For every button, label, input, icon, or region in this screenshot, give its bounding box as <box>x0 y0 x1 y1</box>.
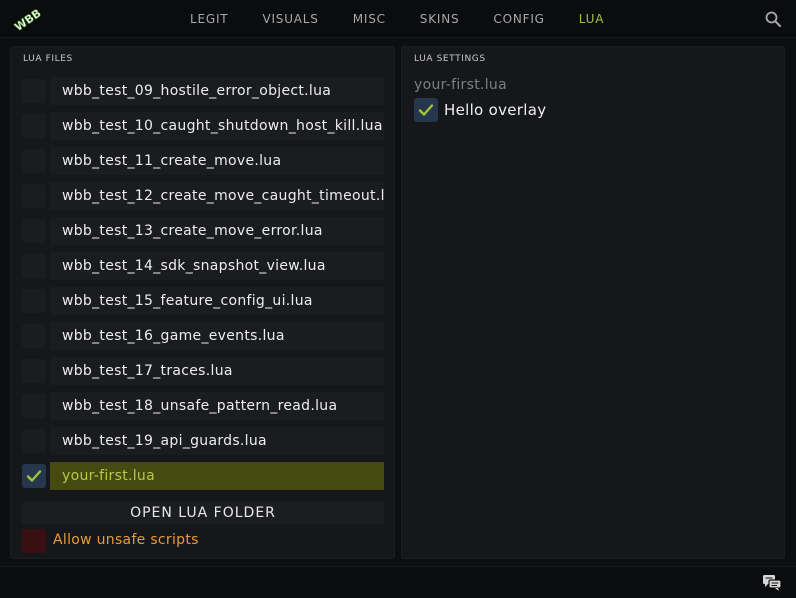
tab-visuals[interactable]: VISUALS <box>262 12 318 26</box>
lua-file-row: wbb_test_17_traces.lua <box>22 357 384 385</box>
lua-file-enable-checkbox[interactable] <box>22 289 46 313</box>
lua-file-name: wbb_test_19_api_guards.lua <box>62 433 267 449</box>
lua-file-item[interactable]: your-first.lua <box>50 462 384 490</box>
lua-file-row: wbb_test_19_api_guards.lua <box>22 427 384 455</box>
tab-misc[interactable]: MISC <box>353 12 386 26</box>
lua-file-enable-checkbox[interactable] <box>22 219 46 243</box>
hello-overlay-checkbox[interactable] <box>414 98 438 122</box>
tab-config[interactable]: CONFIG <box>493 12 544 26</box>
lua-file-row: wbb_test_10_caught_shutdown_host_kill.lu… <box>22 112 384 140</box>
lua-file-enable-checkbox[interactable] <box>22 359 46 383</box>
lua-file-name: wbb_test_10_caught_shutdown_host_kill.lu… <box>62 118 383 134</box>
check-icon <box>26 470 42 482</box>
lua-settings-title: LUA SETTINGS <box>414 54 486 64</box>
search-icon[interactable] <box>764 10 782 28</box>
tab-legit[interactable]: LEGIT <box>190 12 228 26</box>
lua-file-item[interactable]: wbb_test_11_create_move.lua <box>50 147 384 175</box>
lua-file-enable-checkbox[interactable] <box>22 149 46 173</box>
chat-icon[interactable] <box>762 574 782 592</box>
lua-file-row: wbb_test_11_create_move.lua <box>22 147 384 175</box>
lua-files-panel: LUA FILES wbb_test_09_hostile_error_obje… <box>10 46 395 559</box>
lua-file-row: wbb_test_12_create_move_caught_timeout.l… <box>22 182 384 210</box>
lua-file-name: wbb_test_12_create_move_caught_timeout.l… <box>62 188 384 204</box>
lua-file-enable-checkbox[interactable] <box>22 184 46 208</box>
lua-settings-panel: LUA SETTINGS your-first.lua Hello overla… <box>401 46 785 559</box>
lua-file-row: wbb_test_14_sdk_snapshot_view.lua <box>22 252 384 280</box>
lua-file-item[interactable]: wbb_test_09_hostile_error_object.lua <box>50 77 384 105</box>
lua-file-name: wbb_test_13_create_move_error.lua <box>62 223 323 239</box>
tab-skins[interactable]: SKINS <box>420 12 460 26</box>
lua-file-enable-checkbox[interactable] <box>22 254 46 278</box>
lua-file-name: wbb_test_11_create_move.lua <box>62 153 282 169</box>
lua-file-row: wbb_test_13_create_move_error.lua <box>22 217 384 245</box>
lua-file-name: your-first.lua <box>62 468 155 484</box>
allow-unsafe-checkbox[interactable] <box>22 529 46 553</box>
svg-text:WBB: WBB <box>12 7 42 34</box>
lua-file-row: wbb_test_09_hostile_error_object.lua <box>22 77 384 105</box>
lua-file-item[interactable]: wbb_test_10_caught_shutdown_host_kill.lu… <box>50 112 384 140</box>
lua-file-enable-checkbox[interactable] <box>22 394 46 418</box>
lua-file-name: wbb_test_15_feature_config_ui.lua <box>62 293 313 309</box>
lua-files-title: LUA FILES <box>23 54 73 64</box>
lua-file-name: wbb_test_16_game_events.lua <box>62 328 285 344</box>
lua-file-name: wbb_test_09_hostile_error_object.lua <box>62 83 332 99</box>
lua-file-enable-checkbox[interactable] <box>22 464 46 488</box>
tab-lua[interactable]: LUA <box>579 12 604 26</box>
lua-file-item[interactable]: wbb_test_19_api_guards.lua <box>50 427 384 455</box>
lua-file-row: wbb_test_16_game_events.lua <box>22 322 384 350</box>
lua-file-row: your-first.lua <box>22 462 384 490</box>
wbb-logo: WBB <box>12 4 44 34</box>
lua-file-enable-checkbox[interactable] <box>22 429 46 453</box>
lua-file-row: wbb_test_15_feature_config_ui.lua <box>22 287 384 315</box>
lua-file-row: wbb_test_18_unsafe_pattern_read.lua <box>22 392 384 420</box>
top-bar: WBB LEGIT VISUALS MISC SKINS CONFIG LUA <box>0 0 796 38</box>
lua-file-item[interactable]: wbb_test_15_feature_config_ui.lua <box>50 287 384 315</box>
open-lua-folder-button[interactable]: OPEN LUA FOLDER <box>22 502 384 524</box>
lua-file-name: wbb_test_17_traces.lua <box>62 363 233 379</box>
hello-overlay-label[interactable]: Hello overlay <box>444 101 546 119</box>
lua-file-enable-checkbox[interactable] <box>22 114 46 138</box>
main-tabs: LEGIT VISUALS MISC SKINS CONFIG LUA <box>190 0 638 38</box>
lua-file-enable-checkbox[interactable] <box>22 324 46 348</box>
lua-file-item[interactable]: wbb_test_16_game_events.lua <box>50 322 384 350</box>
bottom-bar <box>0 566 796 598</box>
lua-file-item[interactable]: wbb_test_18_unsafe_pattern_read.lua <box>50 392 384 420</box>
lua-file-item[interactable]: wbb_test_12_create_move_caught_timeout.l… <box>50 182 384 210</box>
lua-file-enable-checkbox[interactable] <box>22 79 46 103</box>
selected-script-name: your-first.lua <box>414 77 507 93</box>
check-icon <box>418 104 434 116</box>
lua-file-item[interactable]: wbb_test_14_sdk_snapshot_view.lua <box>50 252 384 280</box>
allow-unsafe-label[interactable]: Allow unsafe scripts <box>53 532 199 548</box>
lua-file-item[interactable]: wbb_test_17_traces.lua <box>50 357 384 385</box>
lua-file-name: wbb_test_14_sdk_snapshot_view.lua <box>62 258 326 274</box>
lua-file-list: wbb_test_09_hostile_error_object.lua wbb_… <box>22 77 384 497</box>
lua-file-name: wbb_test_18_unsafe_pattern_read.lua <box>62 398 338 414</box>
lua-file-item[interactable]: wbb_test_13_create_move_error.lua <box>50 217 384 245</box>
